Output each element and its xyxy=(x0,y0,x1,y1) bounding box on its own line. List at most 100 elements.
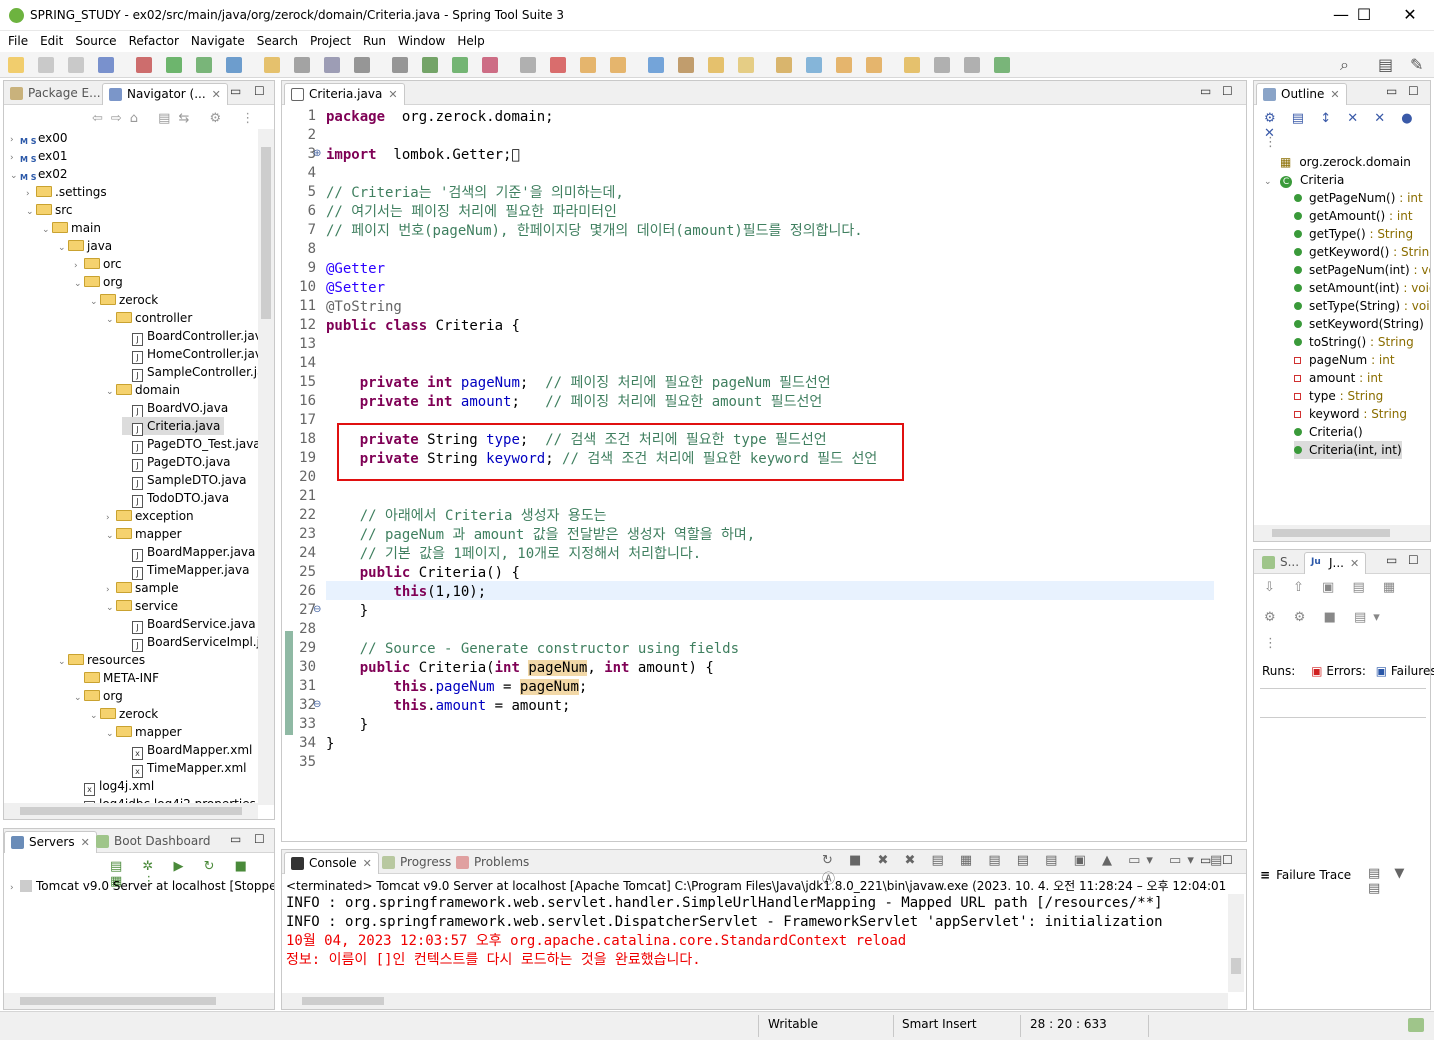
spring-perspective-icon[interactable]: ✎ xyxy=(1410,55,1423,74)
tab-spring-explorer[interactable]: S... xyxy=(1256,552,1305,574)
maximize-view-button[interactable]: ☐ xyxy=(254,84,265,98)
tree-item[interactable]: J BoardController.java xyxy=(122,327,260,346)
minimize-view-button[interactable]: ▭ xyxy=(1386,84,1397,98)
outline-item[interactable]: setKeyword(String) xyxy=(1294,315,1424,333)
tab-package-explorer[interactable]: Package E... xyxy=(4,83,107,105)
tree-item[interactable]: › orc xyxy=(74,255,122,273)
toolbar-button-icon[interactable] xyxy=(678,57,694,73)
minimize-view-button[interactable]: ▭ xyxy=(230,84,241,98)
outline-item[interactable]: getType() : String xyxy=(1294,225,1413,243)
outline-item[interactable]: pageNum : int xyxy=(1294,351,1395,369)
toolbar-button-icon[interactable] xyxy=(452,57,468,73)
editor-hscrollbar[interactable] xyxy=(322,825,1214,841)
servers-hscrollbar[interactable] xyxy=(4,993,274,1009)
tab-servers[interactable]: Servers ✕ xyxy=(4,831,97,853)
maximize-view-button[interactable]: ☐ xyxy=(254,832,265,846)
tree-item[interactable]: ⌄ M Sex02 xyxy=(10,165,68,183)
minimize-view-button[interactable]: ▭ xyxy=(1200,853,1211,867)
toolbar-button-icon[interactable] xyxy=(934,57,950,73)
expand-icon[interactable]: ⌄ xyxy=(10,167,20,185)
toolbar-button-icon[interactable] xyxy=(520,57,536,73)
toolbar-button-icon[interactable] xyxy=(354,57,370,73)
tree-item[interactable]: J Criteria.java xyxy=(122,417,225,436)
search-icon[interactable]: ⌕ xyxy=(1340,55,1349,75)
expand-icon[interactable]: ⌄ xyxy=(42,221,52,239)
tab-criteria-java[interactable]: Criteria.java ✕ xyxy=(284,83,405,105)
toolbar-button-icon[interactable] xyxy=(482,57,498,73)
outline-item[interactable]: type : String xyxy=(1294,387,1383,405)
toolbar-button-icon[interactable] xyxy=(294,57,310,73)
expand-icon[interactable]: ⌄ xyxy=(106,527,116,545)
maximize-view-button[interactable]: ☐ xyxy=(1222,853,1233,867)
toolbar-button-icon[interactable] xyxy=(196,57,212,73)
tree-item[interactable]: ⌄ mapper xyxy=(106,525,182,543)
outline-item[interactable]: setAmount(int) : void xyxy=(1294,279,1430,297)
navigator-vscrollbar[interactable] xyxy=(258,129,274,805)
outline-item[interactable]: getAmount() : int xyxy=(1294,207,1413,225)
outline-item[interactable]: ▦ org.zerock.domain xyxy=(1280,153,1411,171)
maximize-view-button[interactable]: ☐ xyxy=(1408,84,1419,98)
menu-navigate[interactable]: Navigate xyxy=(185,31,251,51)
toolbar-button-icon[interactable] xyxy=(708,57,724,73)
notification-icon[interactable] xyxy=(1408,1018,1424,1032)
expand-icon[interactable]: ⌄ xyxy=(90,707,100,725)
toolbar-button-icon[interactable] xyxy=(866,57,882,73)
close-icon[interactable]: ✕ xyxy=(388,88,397,101)
view-menu-icon[interactable]: ⋮ xyxy=(1264,135,1277,150)
open-perspective-icon[interactable]: ▤ xyxy=(1378,55,1393,74)
outline-item[interactable]: getKeyword() : String xyxy=(1294,243,1430,261)
expand-icon[interactable]: ⌄ xyxy=(106,599,116,617)
tree-item[interactable]: › exception xyxy=(106,507,194,525)
tree-item[interactable]: JBoardServiceImpl.java xyxy=(122,633,260,652)
menu-edit[interactable]: Edit xyxy=(34,31,69,51)
tab-boot-dashboard[interactable]: Boot Dashboard xyxy=(90,831,217,853)
close-icon[interactable]: ✕ xyxy=(1350,557,1359,570)
expand-icon[interactable]: ⌄ xyxy=(58,239,68,257)
tree-item[interactable]: › sample xyxy=(106,579,179,597)
outline-item[interactable]: getPageNum() : int xyxy=(1294,189,1423,207)
maximize-editor-button[interactable]: ☐ xyxy=(1222,84,1233,98)
outline-item[interactable]: toString() : String xyxy=(1294,333,1414,351)
tree-item[interactable]: J BoardMapper.java xyxy=(122,543,255,562)
toolbar-button-icon[interactable] xyxy=(904,57,920,73)
tree-item[interactable]: J SampleDTO.java xyxy=(122,471,246,490)
outline-item[interactable]: Criteria(int, int) xyxy=(1294,441,1402,459)
server-row[interactable]: › Tomcat v9.0 Server at localhost [Stoppe… xyxy=(10,877,274,895)
tree-item[interactable]: ⌄ main xyxy=(42,219,101,237)
toolbar-button-icon[interactable] xyxy=(738,57,754,73)
outline-item[interactable]: ⌄ C Criteria xyxy=(1264,171,1344,189)
fold-toggle-icon[interactable]: ⊖ xyxy=(313,699,321,710)
expand-icon[interactable]: ⌄ xyxy=(74,275,84,293)
toolbar-button-icon[interactable] xyxy=(610,57,626,73)
toolbar-button-icon[interactable] xyxy=(166,57,182,73)
maximize-button[interactable]: ☐ xyxy=(1341,4,1387,28)
expand-icon[interactable]: ⌄ xyxy=(106,311,116,329)
tree-item[interactable]: J BoardVO.java xyxy=(122,399,228,418)
minimize-view-button[interactable]: ▭ xyxy=(230,832,241,846)
outline-item[interactable]: amount : int xyxy=(1294,369,1383,387)
toolbar-button-icon[interactable] xyxy=(964,57,980,73)
close-icon[interactable]: ✕ xyxy=(363,857,372,870)
toolbar-button-icon[interactable] xyxy=(806,57,822,73)
menu-file[interactable]: File xyxy=(2,31,34,51)
toolbar-button-icon[interactable] xyxy=(324,57,340,73)
close-icon[interactable]: ✕ xyxy=(212,88,221,101)
tree-item[interactable]: x TimeMapper.xml xyxy=(122,759,246,778)
tree-item[interactable]: ⌄ src xyxy=(26,201,73,219)
toolbar-button-icon[interactable] xyxy=(648,57,664,73)
tree-item[interactable]: J TodoDTO.java xyxy=(122,489,229,508)
expand-icon[interactable]: ⌄ xyxy=(58,653,68,671)
tab-navigator[interactable]: Navigator (... ✕ xyxy=(102,83,228,105)
tree-item[interactable]: › M Sex00 xyxy=(10,129,68,147)
tree-item[interactable]: ⌄ org xyxy=(74,273,123,291)
menu-source[interactable]: Source xyxy=(69,31,122,51)
console-hscrollbar[interactable] xyxy=(282,993,1228,1009)
toolbar-button-icon[interactable] xyxy=(776,57,792,73)
menu-run[interactable]: Run xyxy=(357,31,392,51)
tree-item[interactable]: ⌄ org xyxy=(74,687,123,705)
toolbar-button-icon[interactable] xyxy=(836,57,852,73)
tree-item[interactable]: › M Sex01 xyxy=(10,147,68,165)
tree-item[interactable]: x BoardMapper.xml xyxy=(122,741,252,760)
close-button[interactable]: ✕ xyxy=(1387,4,1433,28)
toolbar-button-icon[interactable] xyxy=(392,57,408,73)
